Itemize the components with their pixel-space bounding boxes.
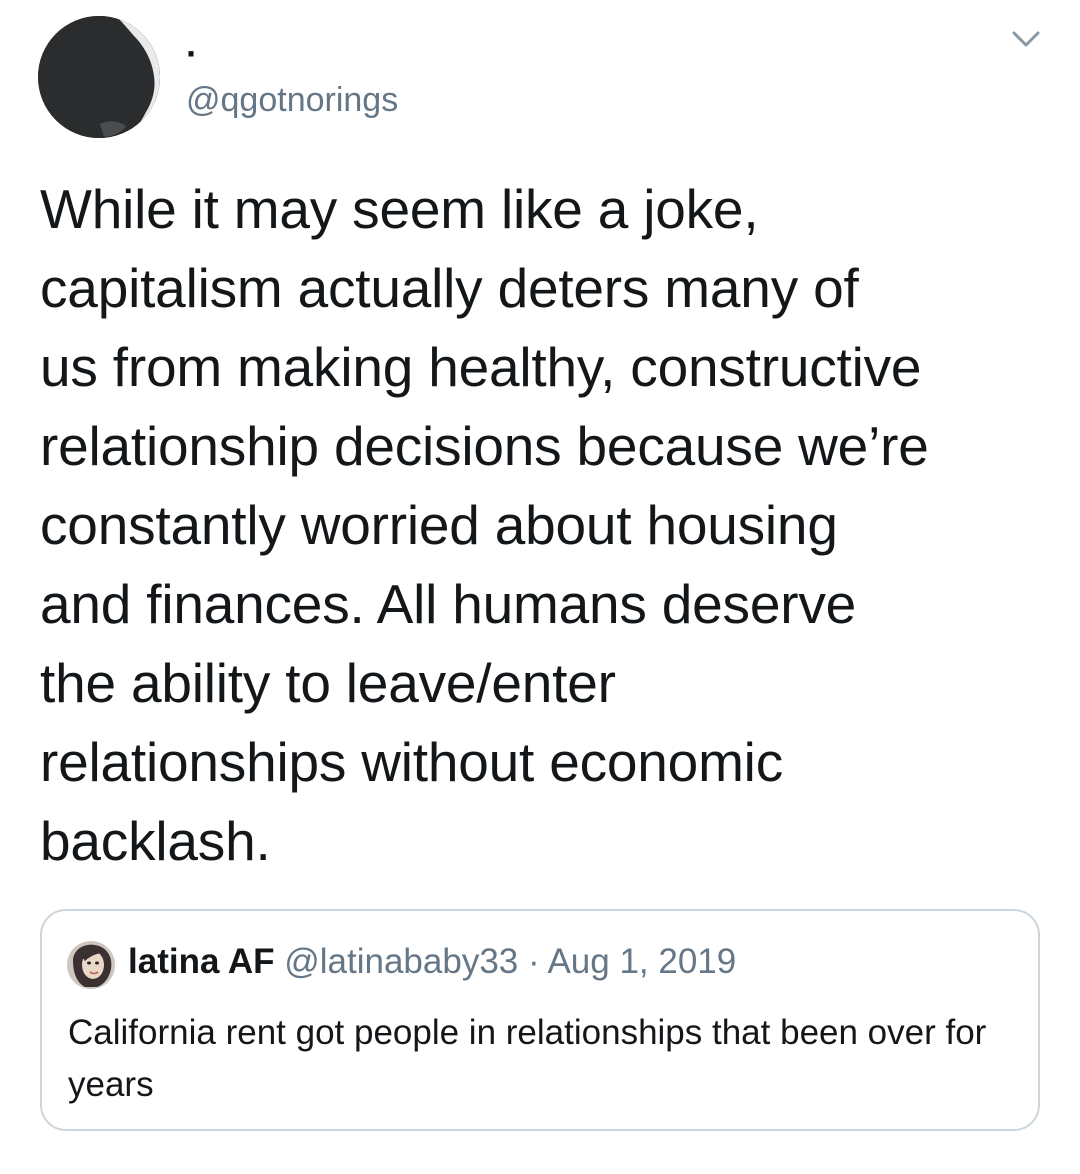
quoted-tweet-card[interactable]: latina AF @latinababy33 · Aug 1, 2019 Ca… bbox=[40, 909, 1040, 1131]
chevron-down-icon bbox=[1012, 31, 1040, 47]
quoted-tweet-text: California rent got people in relationsh… bbox=[68, 1013, 987, 1104]
tweet-text: While it may seem like a joke, capitalis… bbox=[40, 178, 929, 872]
quoted-tweet-header: latina AF @latinababy33 · Aug 1, 2019 bbox=[128, 941, 736, 983]
quoted-author-name[interactable]: latina AF bbox=[128, 942, 275, 981]
silhouette-avatar-icon bbox=[38, 16, 160, 138]
author-handle[interactable]: @qgotnorings bbox=[186, 80, 398, 120]
author-display-name[interactable]: · bbox=[186, 34, 198, 74]
meta-separator: · bbox=[518, 942, 548, 981]
quoted-author-handle[interactable]: @latinababy33 bbox=[284, 942, 518, 981]
quoted-author-avatar[interactable] bbox=[67, 941, 115, 989]
quoted-tweet-date[interactable]: Aug 1, 2019 bbox=[547, 942, 736, 981]
tweet-menu-button[interactable] bbox=[1006, 24, 1046, 54]
author-avatar[interactable] bbox=[38, 16, 160, 138]
profile-photo-icon bbox=[67, 941, 115, 989]
